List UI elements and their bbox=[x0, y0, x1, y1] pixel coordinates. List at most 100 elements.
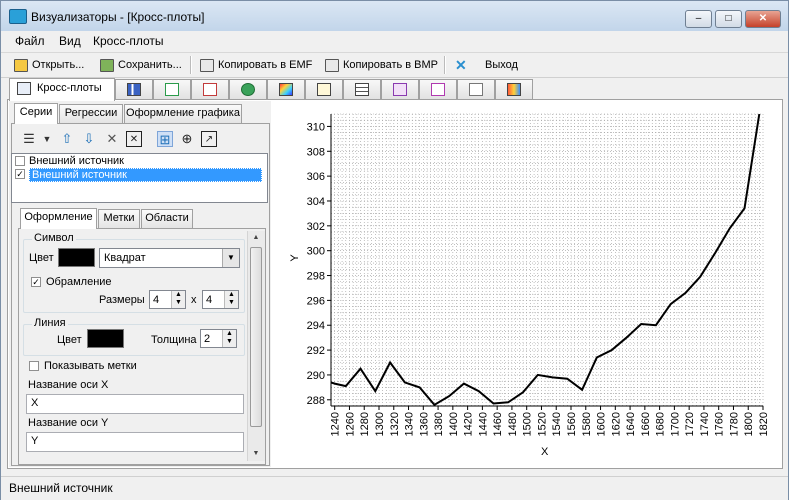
move-down-icon[interactable]: ⇩ bbox=[81, 131, 97, 147]
tab-series[interactable]: Серии bbox=[14, 103, 58, 124]
x-tick-label: 1280 bbox=[359, 412, 371, 436]
heatmap-icon bbox=[279, 83, 293, 96]
crosshair-icon[interactable]: ⊕ bbox=[179, 131, 195, 147]
menu-view[interactable]: Вид bbox=[59, 34, 81, 48]
dropdown-arrow-icon[interactable]: ▼ bbox=[39, 131, 55, 147]
axis-y-input[interactable]: Y bbox=[26, 432, 244, 452]
tab-scatter[interactable] bbox=[153, 79, 191, 99]
show-labels-checkbox[interactable] bbox=[29, 361, 39, 371]
tab-multi-line[interactable] bbox=[419, 79, 457, 99]
border-checkbox[interactable]: ✓ bbox=[31, 277, 41, 287]
line-width-label: Толщина bbox=[151, 334, 197, 346]
scatter-icon bbox=[165, 83, 179, 96]
list-item[interactable]: Внешний источник bbox=[13, 155, 266, 168]
tab-dot-matrix[interactable] bbox=[381, 79, 419, 99]
spin-arrows-icon[interactable]: ▲ ▼ bbox=[171, 291, 185, 308]
save-button[interactable]: Сохранить... bbox=[100, 56, 182, 74]
tab-crossplots[interactable]: Кросс-плоты bbox=[9, 78, 115, 101]
spin-arrows-icon[interactable]: ▲ ▼ bbox=[224, 291, 238, 308]
series-line bbox=[330, 113, 761, 407]
show-labels-label: Показывать метки bbox=[44, 360, 137, 372]
close-button[interactable]: ✕ bbox=[745, 10, 781, 28]
tab-palette[interactable] bbox=[495, 79, 533, 99]
app-window: Визуализаторы - [Кросс-плоты] – □ ✕ Файл… bbox=[0, 0, 789, 500]
x-tick-label: 1580 bbox=[581, 412, 593, 436]
move-up-icon[interactable]: ⇧ bbox=[59, 131, 75, 147]
tab-line-chart[interactable] bbox=[191, 79, 229, 99]
open-button[interactable]: Открыть... bbox=[14, 56, 84, 74]
list-item[interactable]: ✓ Внешний источник bbox=[13, 168, 266, 182]
exit-button[interactable]: ✕ Выход bbox=[455, 56, 518, 74]
x-tick-label: 1680 bbox=[655, 412, 667, 436]
maximize-button[interactable]: □ bbox=[715, 10, 742, 28]
axis-x-input[interactable]: X bbox=[26, 394, 244, 414]
appearance-scrollbar[interactable]: ▲ ▼ bbox=[247, 231, 265, 461]
x-tick-label: 1660 bbox=[640, 412, 652, 436]
x-tick-label: 1380 bbox=[433, 412, 445, 436]
axis-x-label: Название оси X bbox=[28, 379, 109, 391]
tab-regions[interactable]: Области bbox=[141, 209, 193, 228]
menu-list-icon[interactable]: ☰ bbox=[21, 131, 37, 147]
chart-panel: 288 290 292 294 296 298 300 302 304 306 308 310 1240… bbox=[276, 106, 778, 464]
x-tick-label: 1540 bbox=[551, 412, 563, 436]
y-tick-label: 300 bbox=[307, 246, 325, 258]
chevron-down-icon[interactable]: ▼ bbox=[222, 249, 239, 267]
tab-histogram[interactable] bbox=[457, 79, 495, 99]
size-width-spinner[interactable]: 4 ▲ ▼ bbox=[149, 290, 186, 309]
tab-appearance[interactable]: Оформление bbox=[20, 208, 97, 229]
scrollbar-thumb[interactable] bbox=[250, 247, 262, 427]
y-tick-label: 288 bbox=[307, 395, 325, 407]
delete-icon[interactable]: ✕ bbox=[104, 131, 120, 147]
symbol-shape-select[interactable]: Квадрат ▼ bbox=[99, 248, 240, 268]
menu-bar: Файл Вид Кросс-плоты bbox=[1, 31, 788, 51]
scroll-up-icon[interactable]: ▲ bbox=[250, 232, 262, 244]
size-height-spinner[interactable]: 4 ▲ ▼ bbox=[202, 290, 239, 309]
series-checkbox[interactable]: ✓ bbox=[15, 169, 25, 179]
resize-arrow-icon[interactable]: ↗ bbox=[201, 131, 217, 147]
size-width-value: 4 bbox=[153, 294, 160, 306]
chart-series-icon[interactable]: ⊞ bbox=[157, 131, 173, 147]
menu-file[interactable]: Файл bbox=[15, 34, 45, 48]
title-bar[interactable]: Визуализаторы - [Кросс-плоты] – □ ✕ bbox=[1, 1, 788, 31]
symbol-shape-value: Квадрат bbox=[104, 252, 146, 264]
crossplot-chart[interactable]: 288 290 292 294 296 298 300 302 304 306 308 310 1240… bbox=[276, 106, 778, 464]
x-axis-title: X bbox=[541, 446, 549, 458]
tab-labels[interactable]: Метки bbox=[98, 209, 140, 228]
exit-label: Выход bbox=[485, 59, 518, 71]
x-tick-label: 1740 bbox=[699, 412, 711, 436]
tab-regressions[interactable]: Регрессии bbox=[59, 104, 123, 123]
minimize-button[interactable]: – bbox=[685, 10, 712, 28]
x-tick-label: 1620 bbox=[610, 412, 622, 436]
copy-icon bbox=[200, 58, 214, 72]
y-tick-label: 292 bbox=[307, 345, 325, 357]
series-checkbox[interactable] bbox=[15, 156, 25, 166]
series-label: Внешний источник bbox=[29, 155, 124, 167]
y-tick-label: 306 bbox=[307, 171, 325, 183]
clear-all-icon[interactable]: ✕ bbox=[126, 131, 142, 147]
symbol-color-picker[interactable] bbox=[58, 248, 95, 267]
copy-bmp-button[interactable]: Копировать в BMP bbox=[325, 56, 438, 74]
x-tick-label: 1700 bbox=[669, 412, 681, 436]
line-chart-icon bbox=[203, 83, 217, 96]
y-tick-label: 296 bbox=[307, 295, 325, 307]
document-chart-icon bbox=[317, 83, 331, 96]
tab-heatmap[interactable] bbox=[267, 79, 305, 99]
tab-bar-chart[interactable] bbox=[115, 79, 153, 99]
x-tick-label: 1780 bbox=[728, 412, 740, 436]
scroll-down-icon[interactable]: ▼ bbox=[250, 448, 262, 460]
x-tick-label: 1560 bbox=[566, 412, 578, 436]
tab-table[interactable] bbox=[343, 79, 381, 99]
x-tick-label: 1260 bbox=[344, 412, 356, 436]
line-width-spinner[interactable]: 2 ▲ ▼ bbox=[200, 329, 237, 348]
line-color-picker[interactable] bbox=[87, 329, 124, 348]
menu-crossplots[interactable]: Кросс-плоты bbox=[93, 34, 164, 48]
spin-arrows-icon[interactable]: ▲ ▼ bbox=[222, 330, 236, 347]
tab-document[interactable] bbox=[305, 79, 343, 99]
tab-pie[interactable] bbox=[229, 79, 267, 99]
copy-emf-button[interactable]: Копировать в EMF bbox=[200, 56, 312, 74]
x-tick-label: 1640 bbox=[625, 412, 637, 436]
x-tick-label: 1820 bbox=[758, 412, 770, 436]
tab-chart-style[interactable]: Оформление графика bbox=[124, 104, 242, 123]
series-label: Внешний источник bbox=[29, 168, 262, 182]
toolbar-separator bbox=[190, 56, 192, 74]
